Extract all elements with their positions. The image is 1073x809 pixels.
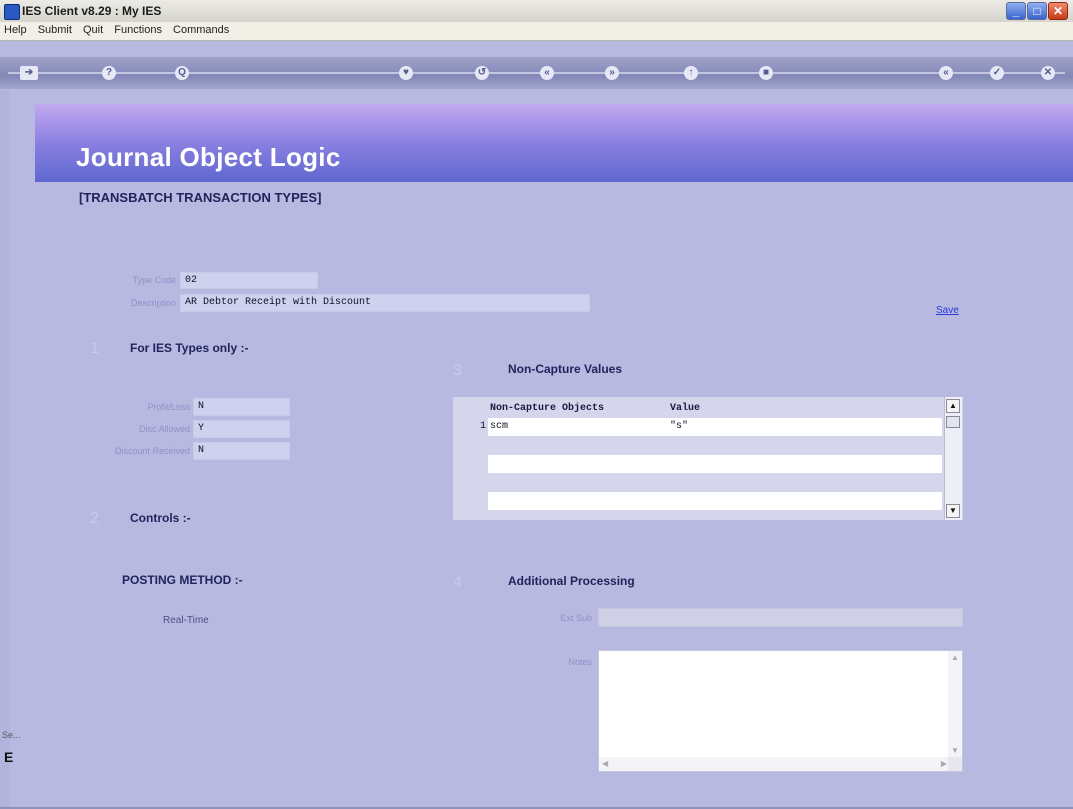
toolbar: ➔ ? Q ♥ ↺ « » ↑ ■ « ✓ ✕ <box>0 57 1073 89</box>
table-row[interactable] <box>488 418 942 436</box>
row-object[interactable]: scm <box>490 421 508 432</box>
scroll-up-icon[interactable]: ▲ <box>946 399 960 413</box>
section-4-title: Additional Processing <box>508 574 635 588</box>
table-row-empty[interactable] <box>488 492 942 510</box>
up-icon[interactable]: ↑ <box>684 66 698 80</box>
menu-quit[interactable]: Quit <box>79 22 107 38</box>
edge-letter: E <box>4 749 14 765</box>
close-button[interactable]: ✕ <box>1048 2 1068 20</box>
section-2-number: 2 <box>90 510 99 527</box>
menu-functions[interactable]: Functions <box>110 22 166 38</box>
section-2-title: Controls :- <box>130 511 191 525</box>
window-title: IES Client v8.29 : My IES <box>22 4 162 18</box>
page-subtitle: [TRANSBATCH TRANSACTION TYPES] <box>79 190 322 205</box>
section-1-title: For IES Types only :- <box>130 341 249 355</box>
favorite-icon[interactable]: ♥ <box>399 66 413 80</box>
profit-loss-field[interactable]: N <box>193 398 290 416</box>
discount-received-field[interactable]: N <box>193 442 290 460</box>
posting-method-label: POSTING METHOD :- <box>122 573 243 587</box>
section-1-number: 1 <box>90 340 99 357</box>
next-icon[interactable]: » <box>605 66 619 80</box>
description-field[interactable]: AR Debtor Receipt with Discount <box>180 294 590 312</box>
description-label: Description <box>130 298 176 308</box>
ext-sub-field[interactable] <box>598 608 963 627</box>
notes-horizontal-scrollbar[interactable]: ◀ ▶ <box>599 757 950 771</box>
menu-commands[interactable]: Commands <box>169 22 233 38</box>
minimize-button[interactable]: _ <box>1006 2 1026 20</box>
menu-help[interactable]: Help <box>0 22 31 38</box>
grid-header-value: Value <box>670 403 701 414</box>
row-index: 1 <box>480 421 487 432</box>
posting-method-value: Real-Time <box>163 615 209 626</box>
stop-icon[interactable]: ■ <box>759 66 773 80</box>
application-window: IES Client v8.29 : My IES _ □ ✕ Help Sub… <box>0 0 1073 809</box>
scroll-thumb[interactable] <box>946 416 960 428</box>
notes-label: Notes <box>568 657 592 667</box>
help-icon[interactable]: ? <box>102 66 116 80</box>
profit-loss-label: Profit/Loss <box>147 402 190 412</box>
app-icon <box>4 4 20 20</box>
table-row-empty[interactable] <box>488 455 942 473</box>
section-3-title: Non-Capture Values <box>508 362 623 376</box>
notes-scroll-right-icon[interactable]: ▶ <box>941 759 947 768</box>
page-title: Journal Object Logic <box>76 142 341 172</box>
cancel-icon[interactable]: ✕ <box>1041 66 1055 80</box>
grid-scrollbar[interactable]: ▲ ▼ <box>944 397 962 520</box>
save-link[interactable]: Save <box>936 305 959 316</box>
section-3-number: 3 <box>453 362 462 379</box>
edge-label: Se... <box>2 730 21 740</box>
toolbar-rail <box>8 72 1065 74</box>
discount-received-label: Discount Received <box>114 446 190 456</box>
notes-scroll-left-icon[interactable]: ◀ <box>602 759 608 768</box>
scroll-down-icon[interactable]: ▼ <box>946 504 960 518</box>
menu-bar: Help Submit Quit Functions Commands <box>0 22 1073 41</box>
section-4-number: 4 <box>453 574 462 591</box>
search-icon[interactable]: Q <box>175 66 189 80</box>
notes-scroll-up-icon[interactable]: ▲ <box>951 653 959 662</box>
notes-vertical-scrollbar[interactable]: ▲ ▼ <box>948 651 962 757</box>
rewind-icon[interactable]: « <box>939 66 953 80</box>
title-bar: IES Client v8.29 : My IES _ □ ✕ <box>0 0 1073 23</box>
left-edge-strip <box>0 90 10 809</box>
notes-textarea[interactable]: ▲ ▼ ◀ ▶ <box>598 650 963 772</box>
notes-resize-corner <box>948 757 962 771</box>
ext-sub-label: Ext Sub <box>560 613 592 623</box>
refresh-icon[interactable]: ↺ <box>475 66 489 80</box>
type-code-field[interactable]: 02 <box>180 272 318 289</box>
grid-header-objects: Non-Capture Objects <box>490 403 605 414</box>
menu-submit[interactable]: Submit <box>34 22 76 38</box>
type-code-label: Type Code <box>132 275 176 285</box>
row-value[interactable]: "s" <box>670 421 688 432</box>
disc-allowed-label: Disc Allowed <box>138 424 190 434</box>
maximize-button[interactable]: □ <box>1027 2 1047 20</box>
previous-icon[interactable]: « <box>540 66 554 80</box>
back-arrow-icon[interactable]: ➔ <box>20 66 38 80</box>
notes-scroll-down-icon[interactable]: ▼ <box>951 746 959 755</box>
confirm-icon[interactable]: ✓ <box>990 66 1004 80</box>
disc-allowed-field[interactable]: Y <box>193 420 290 438</box>
